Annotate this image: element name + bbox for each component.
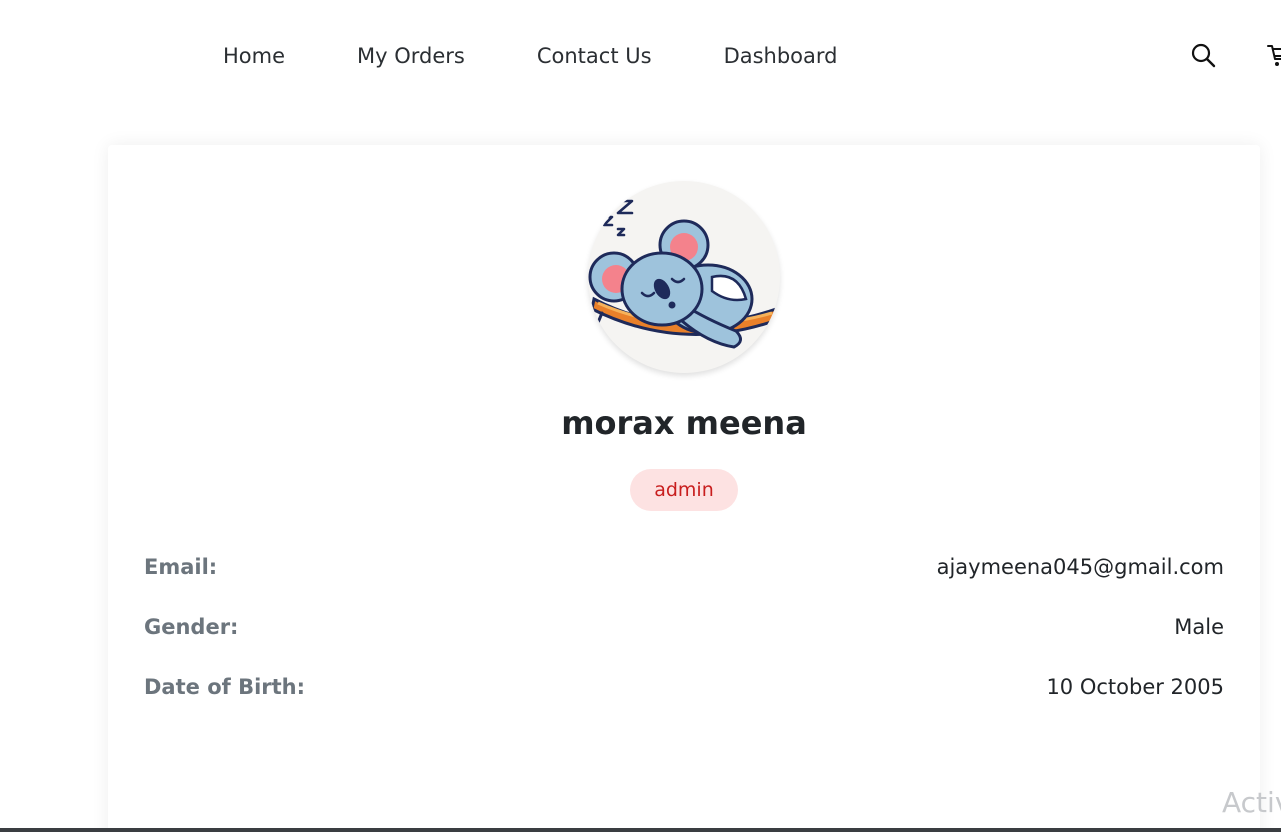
info-row-email: Email: ajaymeena045@gmail.com bbox=[144, 552, 1224, 582]
search-icon[interactable] bbox=[1190, 42, 1216, 68]
cart-icon[interactable] bbox=[1266, 42, 1281, 68]
nav-link-home[interactable]: Home bbox=[223, 42, 285, 70]
profile-card: morax meena admin Email: ajaymeena045@gm… bbox=[108, 145, 1260, 832]
koala-avatar bbox=[588, 181, 780, 373]
email-label: Email: bbox=[144, 555, 218, 579]
nav-link-dashboard[interactable]: Dashboard bbox=[724, 42, 838, 70]
date-of-birth-label: Date of Birth: bbox=[144, 675, 306, 699]
nav-links: Home My Orders Contact Us Dashboard bbox=[223, 42, 838, 70]
email-value: ajaymeena045@gmail.com bbox=[936, 555, 1224, 579]
gender-label: Gender: bbox=[144, 615, 239, 639]
nav-link-contact-us[interactable]: Contact Us bbox=[537, 42, 652, 70]
profile-page: Home My Orders Contact Us Dashboard mora… bbox=[0, 0, 1281, 832]
date-of-birth-value: 10 October 2005 bbox=[1046, 675, 1224, 699]
role-badge: admin bbox=[630, 469, 738, 511]
top-navbar: Home My Orders Contact Us Dashboard bbox=[0, 0, 1281, 112]
user-name: morax meena bbox=[561, 404, 807, 442]
info-row-date-of-birth: Date of Birth: 10 October 2005 bbox=[144, 672, 1224, 702]
sleep-z-icon bbox=[602, 199, 634, 237]
activation-watermark: Activ bbox=[1222, 786, 1281, 819]
info-row-gender: Gender: Male bbox=[144, 612, 1224, 642]
gender-value: Male bbox=[1174, 615, 1224, 639]
nav-link-my-orders[interactable]: My Orders bbox=[357, 42, 465, 70]
taskbar-edge bbox=[0, 828, 1281, 832]
